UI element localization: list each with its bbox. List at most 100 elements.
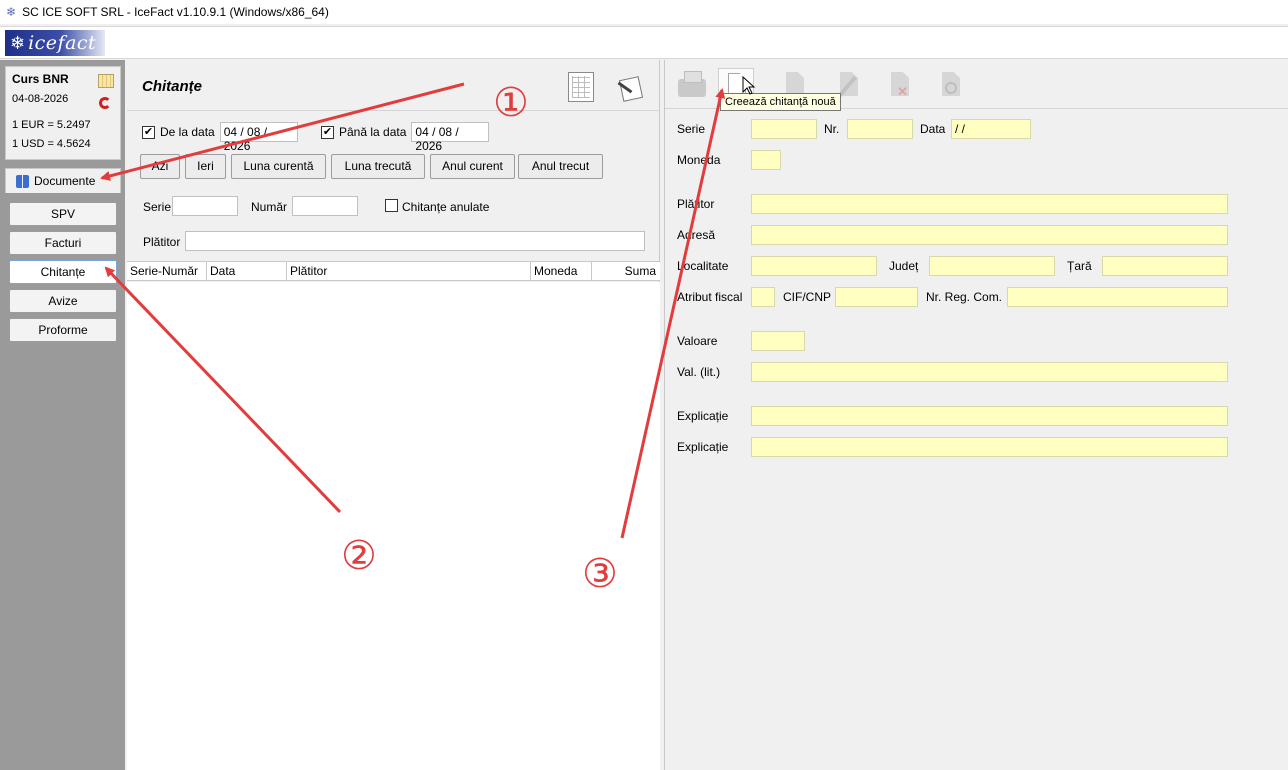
col-suma[interactable]: Suma [592, 262, 660, 281]
atribut-fiscal-label: Atribut fiscal [677, 290, 743, 304]
valoare-label: Valoare [677, 334, 718, 348]
report-icon[interactable] [617, 74, 645, 102]
from-date-checkbox[interactable]: ✔ [142, 125, 155, 139]
from-date-input[interactable]: 04 / 08 / 2026 [219, 122, 298, 153]
luna-curenta-button[interactable]: Luna curentă [231, 154, 326, 179]
adresa-field[interactable] [751, 225, 1228, 245]
from-date-row: ✔ De la data 04 / 08 / 2026 [142, 122, 298, 153]
platitor-label: Plătitor [677, 197, 715, 211]
judet-label: Județ [889, 259, 919, 273]
anul-trecut-button[interactable]: Anul trecut [518, 154, 603, 179]
val-lit-field[interactable] [751, 362, 1228, 382]
calendar-icon[interactable] [98, 74, 114, 88]
luna-trecuta-button[interactable]: Luna trecută [331, 154, 425, 179]
receipts-grid[interactable] [127, 282, 660, 770]
mouse-cursor-icon [742, 76, 756, 95]
brand-bar: ❄ icefact [0, 26, 1288, 59]
to-date-row: ✔ Până la data 04 / 08 / 2026 [321, 122, 490, 153]
localitate-field[interactable] [751, 256, 877, 276]
print-button[interactable] [673, 68, 709, 104]
sidebar-item-spv[interactable]: SPV [9, 202, 117, 226]
annotation-number-3: ③ [582, 551, 618, 597]
regcom-label: Nr. Reg. Com. [926, 290, 1003, 304]
serie-filter-label: Serie [143, 200, 172, 214]
rate-eur: 1 EUR = 5.2497 [12, 119, 91, 131]
serie-filter-input[interactable] [172, 196, 238, 216]
val-lit-label: Val. (lit.) [677, 365, 721, 379]
snowflake-icon: ❄ [6, 5, 17, 19]
rate-usd: 1 USD = 4.5624 [12, 138, 91, 150]
explicatie1-field[interactable] [751, 406, 1228, 426]
tab-documente[interactable]: Documente [5, 168, 121, 193]
judet-field[interactable] [929, 256, 1055, 276]
col-data[interactable]: Data [207, 262, 287, 281]
new-receipt-tooltip: Creează chitanță nouă [720, 93, 841, 111]
ieri-button[interactable]: Ieri [185, 154, 226, 179]
localitate-label: Localitate [677, 259, 729, 273]
col-platitor[interactable]: Plătitor [287, 262, 531, 281]
grid-header: Serie-Număr Data Plătitor Moneda Suma [127, 261, 660, 281]
platitor-filter-input[interactable] [185, 231, 645, 251]
col-moneda[interactable]: Moneda [531, 262, 592, 281]
app-logo: ❄ icefact [5, 30, 105, 56]
spreadsheet-export-icon[interactable] [568, 72, 594, 102]
explicatie1-label: Explicație [677, 409, 729, 423]
data-label: Data [920, 122, 946, 136]
explicatie2-label: Explicație [677, 440, 729, 454]
header-divider [127, 110, 660, 111]
sidebar-item-facturi[interactable]: Facturi [9, 231, 117, 255]
from-date-label: De la data [160, 125, 215, 139]
platitor-filter-label: Plătitor [143, 235, 181, 249]
numar-filter-input[interactable] [292, 196, 358, 216]
to-date-input[interactable]: 04 / 08 / 2026 [411, 122, 490, 153]
to-date-checkbox[interactable]: ✔ [321, 125, 334, 139]
moneda-field[interactable] [751, 150, 781, 170]
sidebar-item-avize[interactable]: Avize [9, 289, 117, 313]
to-date-label: Până la data [339, 125, 407, 139]
valoare-field[interactable] [751, 331, 805, 351]
cif-field[interactable] [835, 287, 918, 307]
documents-nav: SPV Facturi Chitanțe Avize Proforme [5, 193, 121, 770]
receipt-detail-panel: ✕ Serie Nr. Data / / Moneda Plătitor Adr… [664, 60, 1288, 770]
atribut-fiscal-field[interactable] [751, 287, 775, 307]
serie-label: Serie [677, 122, 706, 136]
tab-documente-label: Documente [34, 174, 96, 188]
cif-label: CIF/CNP [783, 290, 831, 304]
data-field[interactable]: / / [951, 119, 1031, 139]
tara-label: Țară [1067, 259, 1092, 273]
delete-icon: ✕ [897, 84, 908, 99]
logo-text: icefact [28, 32, 97, 54]
anul-curent-button[interactable]: Anul curent [430, 154, 515, 179]
explicatie2-field[interactable] [751, 437, 1228, 457]
col-serie-numar[interactable]: Serie-Număr [127, 262, 207, 281]
receipts-list-panel: Chitanțe ✔ De la data 04 / 08 / 2026 ✔ P… [127, 60, 660, 770]
platitor-field[interactable] [751, 194, 1228, 214]
snowflake-icon: ❄ [10, 32, 26, 53]
moneda-label: Moneda [677, 153, 721, 167]
page-title: Chitanțe [142, 78, 202, 95]
adresa-label: Adresă [677, 228, 716, 242]
refresh-icon[interactable] [99, 97, 111, 109]
book-icon [16, 174, 29, 188]
nr-field[interactable] [847, 119, 913, 139]
printer-icon [678, 71, 706, 97]
anulate-checkbox[interactable] [385, 199, 398, 212]
anulate-label: Chitanțe anulate [402, 200, 490, 214]
exchange-rate-box: Curs BNR 04-08-2026 1 EUR = 5.2497 1 USD… [5, 66, 121, 160]
sidebar-item-proforme[interactable]: Proforme [9, 318, 117, 342]
tara-field[interactable] [1102, 256, 1228, 276]
annotation-number-1: ① [493, 80, 529, 126]
window-title: SC ICE SOFT SRL - IceFact v1.10.9.1 (Win… [22, 5, 329, 19]
azi-button[interactable]: Azi [140, 154, 180, 179]
paperclip-icon [945, 82, 957, 94]
serie-field[interactable] [751, 119, 817, 139]
delete-receipt-button[interactable]: ✕ [882, 68, 918, 104]
nr-label: Nr. [824, 122, 840, 136]
attach-button[interactable] [933, 68, 969, 104]
sidebar: Curs BNR 04-08-2026 1 EUR = 5.2497 1 USD… [0, 60, 125, 770]
annotation-number-2: ② [341, 533, 377, 579]
numar-filter-label: Număr [251, 200, 288, 214]
window-titlebar: ❄ SC ICE SOFT SRL - IceFact v1.10.9.1 (W… [0, 0, 1288, 24]
regcom-field[interactable] [1007, 287, 1228, 307]
sidebar-item-chitante[interactable]: Chitanțe [9, 260, 117, 284]
